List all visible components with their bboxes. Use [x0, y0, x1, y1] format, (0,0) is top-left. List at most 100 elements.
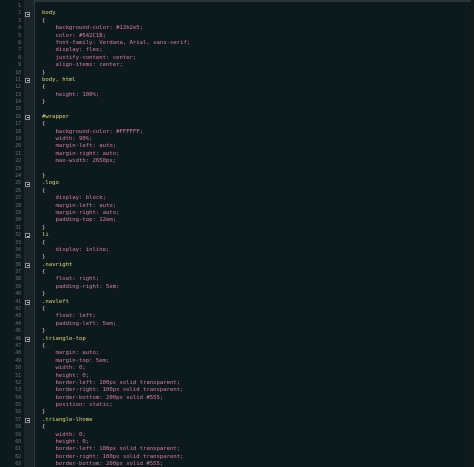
- code-line[interactable]: 50 width: 0;: [0, 365, 474, 372]
- code-line[interactable]: 49 margin-top: 5em;: [0, 358, 474, 365]
- line-number: 58: [15, 425, 21, 431]
- code-line[interactable]: 33 {: [0, 240, 474, 247]
- code-line[interactable]: 17 {: [0, 121, 474, 128]
- line-number: 1: [18, 4, 21, 9]
- code-line[interactable]: 55 position: static;: [0, 402, 474, 409]
- code-line[interactable]: 32 li: [0, 232, 474, 239]
- code-lines[interactable]: 1 2 body 3{4 background-color: #12b2e5; 5 co…: [0, 3, 474, 467]
- code-line[interactable]: 15: [0, 106, 474, 113]
- code-line[interactable]: 29 margin-right: auto;: [0, 210, 474, 217]
- code-line[interactable]: 22 max-width: 2650px;: [0, 158, 474, 165]
- code-line[interactable]: 5 color: #542C1B;: [0, 33, 474, 40]
- fold-toggle-icon[interactable]: [25, 299, 30, 305]
- code-line[interactable]: 63 border-bottom: 200px solid #555;: [0, 461, 474, 467]
- code-line[interactable]: 44 padding-left: 5em;: [0, 321, 474, 328]
- code-line[interactable]: 61 border-left: 100px solid transparent;: [0, 446, 474, 453]
- code-line[interactable]: 11 body, html: [0, 77, 474, 84]
- code-line[interactable]: 24}: [0, 173, 474, 180]
- code-line[interactable]: 23: [0, 166, 474, 173]
- code-text: border-left: 100px solid transparent;: [42, 379, 181, 386]
- code-line[interactable]: 27 display: block;: [0, 195, 474, 202]
- code-line[interactable]: 53 border-right: 100px solid transparent…: [0, 387, 474, 394]
- code-line[interactable]: 40}: [0, 291, 474, 298]
- editor-top-border: [0, 0, 474, 2]
- code-line[interactable]: 46 .triangle-top: [0, 336, 474, 343]
- code-line[interactable]: 4 background-color: #12b2e5;: [0, 25, 474, 32]
- line-number: 37: [15, 270, 21, 276]
- line-number: 17: [15, 122, 21, 128]
- code-line[interactable]: 14}: [0, 99, 474, 106]
- code-line[interactable]: 12 {: [0, 84, 474, 91]
- code-line[interactable]: 2 body: [0, 10, 474, 17]
- line-number: 63: [15, 462, 21, 467]
- code-line[interactable]: 51 height: 0;: [0, 373, 474, 380]
- line-number: 9: [18, 63, 21, 69]
- code-line[interactable]: 3{: [0, 18, 474, 25]
- code-text: display: flex;: [42, 47, 103, 54]
- code-line[interactable]: 38 float: right;: [0, 276, 474, 283]
- line-number: 14: [15, 100, 21, 106]
- code-line[interactable]: 8 justify-content: center;: [0, 55, 474, 62]
- code-line[interactable]: 42 {: [0, 306, 474, 313]
- code-text: border-bottom: 200px solid #555;: [42, 394, 164, 401]
- fold-toggle-icon[interactable]: [25, 115, 30, 121]
- line-number: 34: [15, 247, 21, 253]
- code-text: width: 90%;: [42, 136, 93, 143]
- code-text: #wrapper: [42, 113, 69, 120]
- code-line[interactable]: 31}: [0, 225, 474, 232]
- code-line[interactable]: 59 width: 0;: [0, 432, 474, 439]
- fold-toggle-icon[interactable]: [25, 262, 30, 268]
- code-editor[interactable]: 1 2 body 3{4 background-color: #12b2e5; 5 co…: [0, 0, 474, 467]
- code-text: width: 0;: [42, 431, 86, 438]
- code-line[interactable]: 35}: [0, 254, 474, 261]
- code-line[interactable]: 13 height: 100%;: [0, 92, 474, 99]
- code-line[interactable]: 10}: [0, 70, 474, 77]
- code-text: }: [42, 254, 46, 261]
- code-line[interactable]: 34 display: inline;: [0, 247, 474, 254]
- fold-toggle-icon[interactable]: [25, 181, 30, 187]
- line-number: 42: [15, 307, 21, 313]
- fold-toggle-icon[interactable]: [25, 11, 30, 17]
- code-line[interactable]: 43 float: left;: [0, 313, 474, 320]
- code-line[interactable]: 25 .logo: [0, 180, 474, 187]
- code-line[interactable]: 37 {: [0, 269, 474, 276]
- code-line[interactable]: 62 border-right: 100px solid transparent…: [0, 454, 474, 461]
- code-text: li: [42, 232, 49, 239]
- fold-toggle-icon[interactable]: [25, 233, 30, 239]
- code-line[interactable]: 6 font-family: Verdana, Arial, sans-seri…: [0, 40, 474, 47]
- code-line[interactable]: 16 #wrapper: [0, 114, 474, 121]
- code-line[interactable]: 41 .navleft: [0, 299, 474, 306]
- code-line[interactable]: 54 border-bottom: 200px solid #555;: [0, 395, 474, 402]
- fold-toggle-icon[interactable]: [25, 78, 30, 84]
- code-text: }: [42, 328, 46, 335]
- code-text: margin-right: auto;: [42, 209, 120, 216]
- code-line[interactable]: 19 width: 90%;: [0, 136, 474, 143]
- code-text: margin-top: 5em;: [42, 357, 110, 364]
- code-line[interactable]: 26 {: [0, 188, 474, 195]
- code-line[interactable]: 28 margin-left: auto;: [0, 203, 474, 210]
- code-line[interactable]: 56}: [0, 409, 474, 416]
- code-text: color: #542C1B;: [42, 32, 106, 39]
- code-line[interactable]: 45}: [0, 328, 474, 335]
- code-line[interactable]: 57 .triangle-lhome: [0, 417, 474, 424]
- code-line[interactable]: 52 border-left: 100px solid transparent;: [0, 380, 474, 387]
- code-line[interactable]: 36 .navright: [0, 262, 474, 269]
- code-line[interactable]: 21 margin-right: auto;: [0, 151, 474, 158]
- code-line[interactable]: 48 margin: auto;: [0, 350, 474, 357]
- code-line[interactable]: 7 display: flex;: [0, 47, 474, 54]
- code-line[interactable]: 47 {: [0, 343, 474, 350]
- code-line[interactable]: 18 background-color: #FFFFFF;: [0, 129, 474, 136]
- code-line[interactable]: 58 {: [0, 424, 474, 431]
- fold-toggle-icon[interactable]: [25, 418, 30, 424]
- code-line[interactable]: 60 height: 0;: [0, 439, 474, 446]
- code-line[interactable]: 39 padding-right: 5em;: [0, 284, 474, 291]
- code-line[interactable]: 30 padding-top: 12em;: [0, 217, 474, 224]
- code-line[interactable]: 9 align-items: center;: [0, 62, 474, 69]
- code-text: {: [42, 342, 46, 349]
- fold-toggle-icon[interactable]: [25, 336, 30, 342]
- line-number: 50: [15, 366, 21, 372]
- code-line[interactable]: 20 margin-left: auto;: [0, 143, 474, 150]
- code-line[interactable]: 1: [0, 3, 474, 10]
- code-text: float: right;: [42, 276, 100, 283]
- code-text: max-width: 2650px;: [42, 158, 117, 165]
